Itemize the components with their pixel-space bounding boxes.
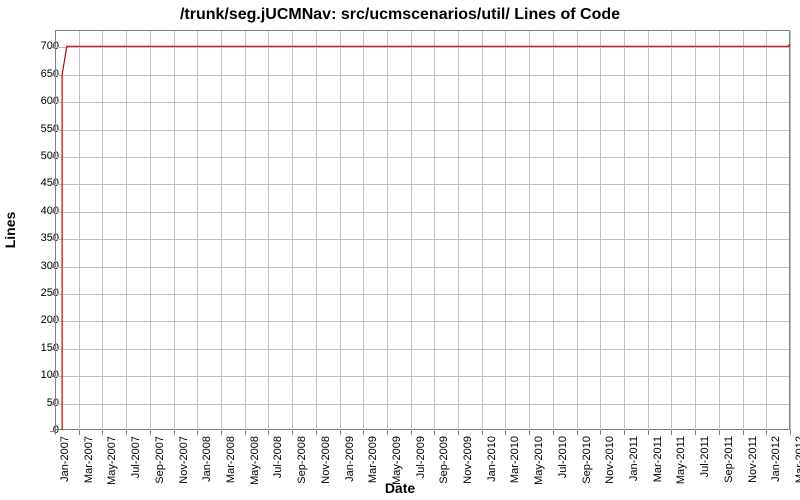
x-tick-label: Mar-2007 [83, 436, 95, 483]
y-tick-label: 300 [19, 260, 59, 272]
y-tick-label: 450 [19, 177, 59, 189]
gridline [790, 31, 791, 430]
x-tick-label: Sep-2009 [438, 436, 450, 484]
x-tick [529, 430, 530, 435]
x-tick [363, 430, 364, 435]
y-tick-label: 400 [19, 205, 59, 217]
x-tick-label: Jan-2011 [628, 436, 640, 481]
x-tick [55, 430, 56, 435]
x-tick [553, 430, 554, 435]
y-tick-label: 50 [19, 397, 59, 409]
x-tick-label: Jan-2009 [344, 436, 356, 482]
x-tick-label: Jul-2011 [699, 436, 711, 477]
x-tick [268, 430, 269, 435]
x-tick [150, 430, 151, 435]
x-tick-label: Jul-2008 [272, 436, 284, 478]
x-tick [695, 430, 696, 435]
y-axis-label-wrap: Lines [0, 30, 20, 430]
y-tick-label: 650 [19, 68, 59, 80]
x-tick-label: Mar-2008 [225, 436, 237, 483]
x-tick [719, 430, 720, 435]
x-tick-label: May-2011 [675, 436, 687, 484]
x-tick-label: May-2010 [533, 436, 545, 485]
x-tick [174, 430, 175, 435]
plot-area [55, 30, 790, 430]
x-tick [411, 430, 412, 435]
x-tick-label: Jan-2010 [486, 436, 498, 482]
x-tick [221, 430, 222, 435]
x-tick-label: Nov-2011 [747, 436, 759, 483]
x-tick-label: Mar-2012 [794, 436, 800, 483]
x-tick [671, 430, 672, 435]
x-tick [648, 430, 649, 435]
y-tick-label: 350 [19, 232, 59, 244]
x-tick-label: Mar-2010 [509, 436, 521, 483]
y-tick-label: 150 [19, 342, 59, 354]
x-tick [197, 430, 198, 435]
x-tick-label: May-2008 [249, 436, 261, 485]
x-tick [624, 430, 625, 435]
x-tick-label: Sep-2008 [296, 436, 308, 484]
x-tick [743, 430, 744, 435]
y-tick-label: 600 [19, 95, 59, 107]
x-tick-label: Sep-2011 [723, 436, 735, 483]
x-tick-label: Jan-2007 [59, 436, 71, 482]
x-tick [79, 430, 80, 435]
x-tick-label: Jul-2007 [130, 436, 142, 478]
x-tick-label: Nov-2010 [604, 436, 616, 484]
y-tick-label: 200 [19, 314, 59, 326]
x-tick [766, 430, 767, 435]
x-tick [292, 430, 293, 435]
x-tick [316, 430, 317, 435]
x-tick [600, 430, 601, 435]
x-tick-label: May-2007 [106, 436, 118, 485]
x-tick [340, 430, 341, 435]
y-tick-label: 100 [19, 369, 59, 381]
y-tick-label: 500 [19, 150, 59, 162]
x-tick [245, 430, 246, 435]
x-tick [505, 430, 506, 435]
x-tick-label: Jul-2009 [415, 436, 427, 478]
x-tick [790, 430, 791, 435]
x-tick [102, 430, 103, 435]
x-tick-label: Nov-2007 [178, 436, 190, 484]
x-tick-label: Jan-2012 [770, 436, 782, 482]
x-tick-label: Jan-2008 [201, 436, 213, 482]
y-tick-label: 550 [19, 123, 59, 135]
chart-container: /trunk/seg.jUCMNav: src/ucmscenarios/uti… [0, 0, 800, 500]
x-tick [577, 430, 578, 435]
x-tick [434, 430, 435, 435]
x-tick-label: May-2009 [391, 436, 403, 485]
x-tick-label: Nov-2008 [320, 436, 332, 484]
y-tick-label: 700 [19, 40, 59, 52]
x-tick-label: Sep-2010 [581, 436, 593, 484]
series-line [62, 44, 789, 430]
x-tick-label: Jul-2010 [557, 436, 569, 478]
chart-title: /trunk/seg.jUCMNav: src/ucmscenarios/uti… [0, 6, 800, 24]
data-series [55, 31, 789, 430]
x-tick [458, 430, 459, 435]
x-tick [126, 430, 127, 435]
x-tick-label: Mar-2011 [652, 436, 664, 482]
x-tick [482, 430, 483, 435]
x-tick-label: Sep-2007 [154, 436, 166, 484]
x-tick-label: Nov-2009 [462, 436, 474, 484]
y-tick-label: 0 [19, 424, 59, 436]
x-tick [387, 430, 388, 435]
x-tick-label: Mar-2009 [367, 436, 379, 483]
y-axis-label: Lines [2, 212, 18, 249]
y-tick-label: 250 [19, 287, 59, 299]
